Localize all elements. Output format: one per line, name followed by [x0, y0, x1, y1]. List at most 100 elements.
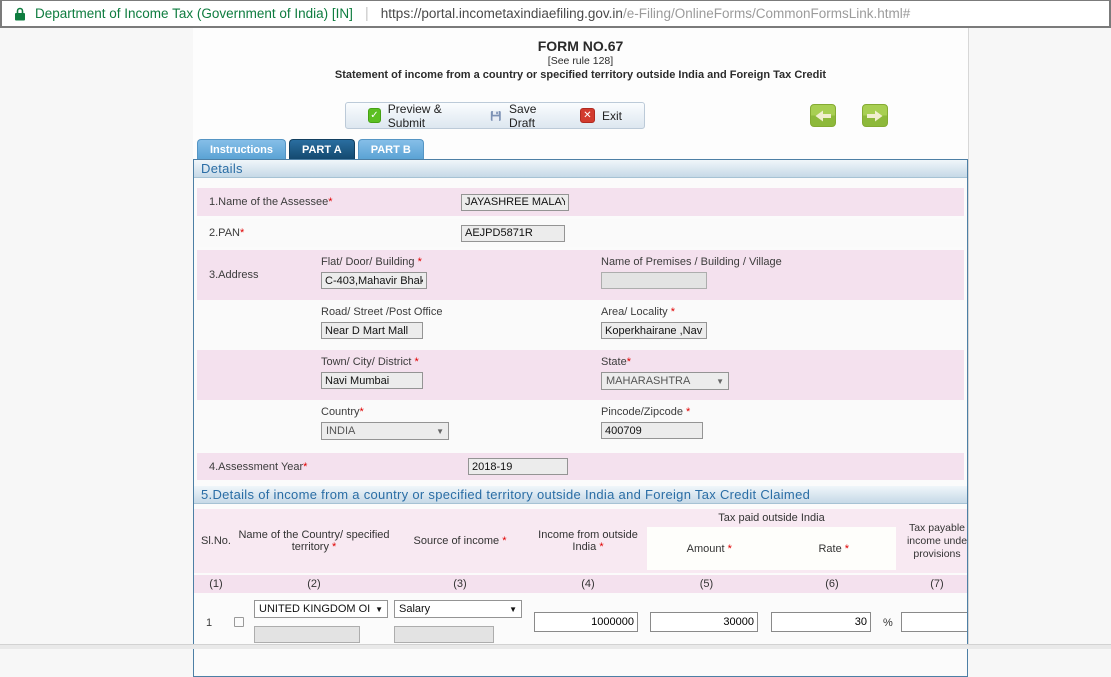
field-row-name: 1.Name of the Assessee*	[197, 188, 964, 216]
field-row-flat-premises: 3.Address Flat/ Door/ Building * Name of…	[197, 250, 964, 300]
tax-amount-input[interactable]	[650, 612, 758, 632]
arrow-right-icon	[867, 110, 883, 122]
row-income-cell	[530, 596, 646, 648]
col-header-amount: Amount *	[647, 527, 772, 570]
col-header-income: Income from outside India *	[530, 509, 646, 573]
preview-submit-button[interactable]: ✓ Preview & Submit	[356, 103, 478, 128]
field-row-assessment-year: 4.Assessment Year*	[197, 453, 964, 480]
tab-part-b[interactable]: PART B	[358, 139, 424, 159]
pan-label: 2.PAN*	[209, 227, 244, 239]
flat-input	[321, 272, 427, 289]
form-title: FORM NO.67	[193, 38, 968, 54]
pincode-label: Pincode/Zipcode *	[601, 406, 690, 418]
income-outside-india-input[interactable]	[534, 612, 638, 632]
row-rate-cell: %	[767, 596, 897, 648]
horizontal-scrollbar[interactable]	[0, 644, 1111, 649]
flat-label: Flat/ Door/ Building *	[321, 256, 422, 268]
tab-part-a[interactable]: PART A	[289, 139, 355, 159]
country-territory-select[interactable]: UNITED KINGDOM OI ▼	[254, 600, 388, 618]
chevron-down-icon: ▼	[375, 605, 383, 614]
source-of-income-select[interactable]: Salary ▼	[394, 600, 522, 618]
row-slno-cell: 1	[194, 596, 238, 648]
floppy-icon	[490, 109, 502, 123]
road-input	[321, 322, 423, 339]
row-source-cell: Salary ▼	[390, 596, 530, 648]
exit-label: Exit	[602, 109, 622, 123]
town-input	[321, 372, 423, 389]
col-num-5: (5)	[646, 575, 767, 593]
form-content-area: FORM NO.67 [See rule 128] Statement of i…	[193, 28, 969, 649]
tax-payable-input[interactable]	[901, 612, 968, 632]
col-header-source: Source of income *	[390, 509, 530, 573]
state-select: MAHARASHTRA ▼	[601, 372, 729, 390]
fti-table: Sl.No. Name of the Country/ specified te…	[194, 509, 968, 648]
col-num-6: (6)	[767, 575, 897, 593]
field-row-country-pincode: Country* INDIA ▼ Pincode/Zipcode *	[197, 400, 964, 450]
row-slno: 1	[206, 617, 212, 629]
col-header-tax-payable: Tax payable income unde provisions	[897, 509, 968, 573]
pan-input	[461, 225, 565, 242]
col-num-3: (3)	[390, 575, 530, 593]
section5-header: 5.Details of income from a country or sp…	[194, 486, 967, 504]
road-label: Road/ Street /Post Office	[321, 306, 442, 318]
check-icon: ✓	[368, 108, 381, 123]
percent-label: %	[883, 617, 893, 629]
field-row-pan: 2.PAN*	[197, 219, 964, 247]
country-label: Country*	[321, 406, 364, 418]
area-label: Area/ Locality *	[601, 306, 675, 318]
chevron-down-icon: ▼	[509, 605, 517, 614]
col-num-4: (4)	[530, 575, 646, 593]
row-country-cell: UNITED KINGDOM OI ▼	[238, 596, 390, 648]
form-toolbar: ✓ Preview & Submit Save Draft ✕ Exit	[345, 102, 645, 129]
address-label: 3.Address	[209, 269, 259, 281]
arrow-left-icon	[815, 110, 831, 122]
site-identity: Department of Income Tax (Government of …	[35, 6, 353, 21]
chevron-down-icon: ▼	[716, 377, 724, 386]
col-num-2: (2)	[238, 575, 390, 593]
table-row: 1 UNITED KINGDOM OI ▼ Salary ▼	[194, 596, 968, 648]
url-text[interactable]: https://portal.incometaxindiaefiling.gov…	[381, 6, 910, 21]
form-rule: [See rule 128]	[193, 55, 968, 67]
source-extra-input	[394, 626, 494, 643]
col-header-country: Name of the Country/ specified territory…	[238, 509, 390, 573]
column-number-row: (1) (2) (3) (4) (5) (6) (7)	[194, 575, 968, 593]
row-amount-cell	[646, 596, 767, 648]
next-page-button[interactable]	[862, 104, 888, 127]
town-label: Town/ City/ District *	[321, 356, 419, 368]
col-num-7: (7)	[897, 575, 968, 593]
premises-label: Name of Premises / Building / Village	[601, 256, 782, 268]
close-icon: ✕	[580, 108, 595, 123]
exit-button[interactable]: ✕ Exit	[568, 103, 634, 128]
premises-input	[601, 272, 707, 289]
tax-rate-input[interactable]	[771, 612, 871, 632]
table-header-row: Sl.No. Name of the Country/ specified te…	[194, 509, 968, 573]
tab-instructions[interactable]: Instructions	[197, 139, 286, 159]
country-extra-input	[254, 626, 360, 643]
form-tabs: Instructions PART A PART B	[197, 139, 424, 159]
save-draft-button[interactable]: Save Draft	[478, 103, 568, 128]
assessment-year-input	[468, 458, 568, 475]
url-domain: https://portal.incometaxindiaefiling.gov…	[381, 6, 623, 21]
assessment-year-label: 4.Assessment Year*	[209, 461, 307, 473]
pincode-input	[601, 422, 703, 439]
area-input	[601, 322, 707, 339]
col-header-rate: Rate *	[772, 527, 897, 570]
save-draft-label: Save Draft	[509, 102, 556, 130]
details-section-header: Details	[194, 160, 967, 178]
row-tax-payable-cell	[897, 596, 968, 648]
field-row-town-state: Town/ City/ District * State* MAHARASHTR…	[197, 350, 964, 400]
form-subtitle: Statement of income from a country or sp…	[193, 69, 968, 81]
col-group-tax-paid: Tax paid outside India Amount * Rate *	[646, 509, 897, 573]
col-header-slno: Sl.No.	[194, 509, 238, 573]
state-label: State*	[601, 356, 631, 368]
previous-page-button[interactable]	[810, 104, 836, 127]
field-row-road-area: Road/ Street /Post Office Area/ Locality…	[197, 300, 964, 350]
browser-address-bar[interactable]: Department of Income Tax (Government of …	[0, 0, 1111, 28]
lock-icon	[14, 7, 26, 21]
address-separator: |	[365, 5, 369, 22]
country-select: INDIA ▼	[321, 422, 449, 440]
part-a-panel: Details 1.Name of the Assessee* 2.PAN* 3…	[193, 159, 968, 677]
name-label: 1.Name of the Assessee*	[209, 196, 333, 208]
tax-paid-group-label: Tax paid outside India	[646, 509, 897, 527]
col-num-1: (1)	[194, 575, 238, 593]
